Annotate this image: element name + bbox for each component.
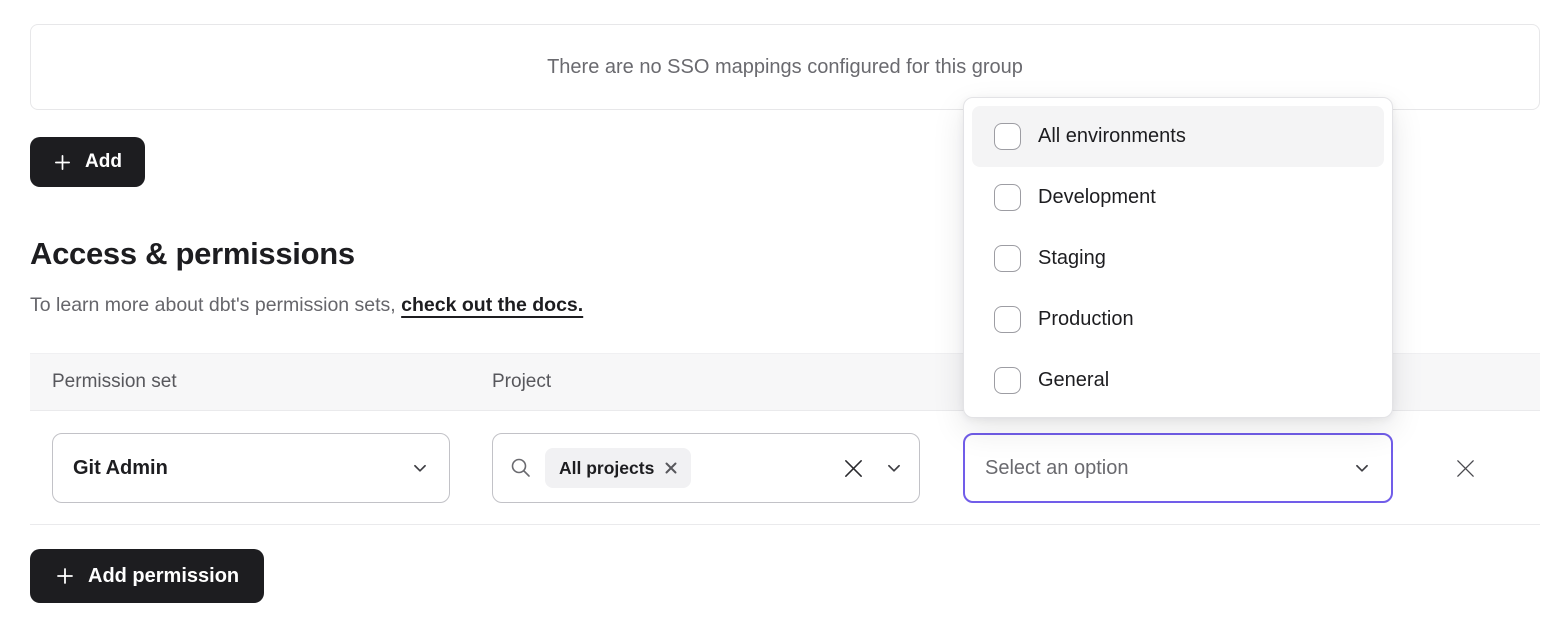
option-label: All environments <box>1038 125 1186 148</box>
environment-select[interactable]: Select an option <box>963 433 1393 503</box>
option-checkbox[interactable] <box>994 184 1021 211</box>
chevron-down-icon <box>885 459 903 477</box>
docs-link[interactable]: check out the docs. <box>401 294 583 316</box>
chevron-down-icon <box>411 459 429 477</box>
group-settings-page: There are no SSO mappings configured for… <box>0 0 1560 628</box>
option-checkbox[interactable] <box>994 367 1021 394</box>
dropdown-option[interactable]: Staging <box>972 228 1384 289</box>
add-sso-mapping-button[interactable]: Add <box>30 137 145 187</box>
plus-icon <box>53 153 72 172</box>
add-permission-label: Add permission <box>88 565 239 588</box>
project-tag[interactable]: All projects <box>545 448 691 488</box>
section-description: To learn more about dbt's permission set… <box>30 294 583 317</box>
option-checkbox[interactable] <box>994 123 1021 150</box>
page-title: Access & permissions <box>30 236 355 272</box>
column-header-project: Project <box>492 371 551 393</box>
add-button-label: Add <box>85 151 122 173</box>
dropdown-option[interactable]: Development <box>972 167 1384 228</box>
chevron-down-icon <box>1353 459 1371 477</box>
description-text: To learn more about dbt's permission set… <box>30 294 396 316</box>
dropdown-option[interactable]: Production <box>972 289 1384 350</box>
remove-permission-row-button[interactable] <box>1445 448 1485 488</box>
project-multiselect[interactable]: All projects <box>492 433 920 503</box>
sso-empty-message: There are no SSO mappings configured for… <box>547 56 1023 79</box>
project-tag-label: All projects <box>559 458 654 479</box>
option-checkbox[interactable] <box>994 245 1021 272</box>
clear-selection-icon[interactable] <box>842 457 865 480</box>
add-permission-button[interactable]: Add permission <box>30 549 264 603</box>
search-icon <box>509 456 533 480</box>
permission-set-select[interactable]: Git Admin <box>52 433 450 503</box>
column-header-permission-set: Permission set <box>52 371 177 393</box>
permission-set-value: Git Admin <box>73 457 168 480</box>
option-label: Development <box>1038 186 1156 209</box>
option-label: Staging <box>1038 247 1106 270</box>
environment-dropdown-panel: All environments Development Staging Pro… <box>963 97 1393 418</box>
permission-row: Git Admin All projects <box>30 411 1540 525</box>
option-label: General <box>1038 369 1109 392</box>
option-checkbox[interactable] <box>994 306 1021 333</box>
option-label: Production <box>1038 308 1134 331</box>
dropdown-option[interactable]: General <box>972 350 1384 411</box>
environment-placeholder: Select an option <box>985 457 1128 480</box>
tag-remove-icon[interactable] <box>665 462 677 474</box>
environment-dropdown-list: All environments Development Staging Pro… <box>972 106 1384 411</box>
dropdown-option[interactable]: All environments <box>972 106 1384 167</box>
plus-icon <box>55 566 75 586</box>
